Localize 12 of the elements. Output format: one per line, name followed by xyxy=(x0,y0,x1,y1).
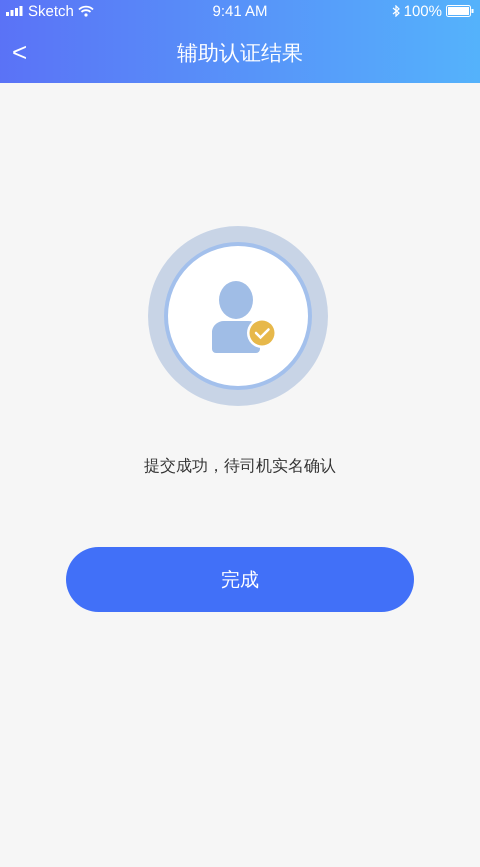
wifi-icon xyxy=(78,5,94,17)
status-message: 提交成功，待司机实名确认 xyxy=(144,456,336,477)
back-button[interactable]: < xyxy=(8,37,32,68)
bluetooth-icon xyxy=(392,5,400,17)
signal-icon xyxy=(6,6,24,16)
status-time: 9:41 AM xyxy=(212,2,268,20)
done-button[interactable]: 完成 xyxy=(66,547,414,612)
carrier-name: Sketch xyxy=(28,2,74,20)
verified-user-icon xyxy=(148,226,328,406)
battery-icon xyxy=(446,5,474,17)
page-title: 辅助认证结果 xyxy=(177,40,303,66)
battery-percent: 100% xyxy=(404,2,442,20)
